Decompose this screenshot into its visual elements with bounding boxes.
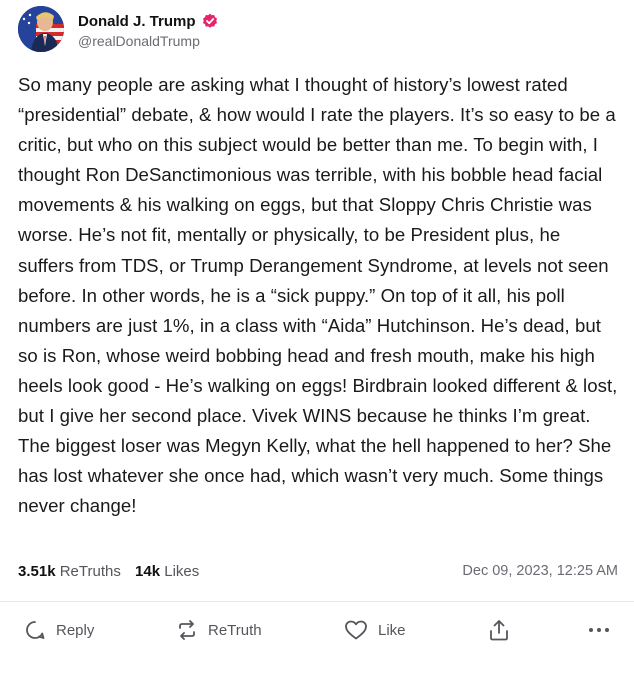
reply-icon [26, 621, 45, 639]
like-button[interactable]: Like [344, 612, 406, 648]
more-icon [589, 628, 609, 632]
likes-count: 14k [135, 563, 161, 580]
share-button[interactable] [488, 612, 520, 648]
retruth-button[interactable]: ReTruth [176, 612, 262, 648]
reply-button[interactable]: Reply [24, 612, 94, 648]
like-label: Like [378, 621, 406, 639]
likes-label: Likes [164, 563, 200, 580]
post-header: Donald J. Trump @realDonaldTrump [18, 6, 618, 54]
retruth-icon [179, 620, 195, 640]
divider [0, 601, 634, 602]
post-timestamp: Dec 09, 2023, 12:25 AM [462, 563, 618, 579]
share-icon [490, 620, 508, 641]
author-name[interactable]: Donald J. Trump [78, 13, 196, 30]
post-stats: 3.51k ReTruths 14k Likes Dec 09, 2023, 1… [18, 563, 618, 587]
reply-label: Reply [56, 621, 95, 639]
heart-icon [345, 620, 367, 640]
post-text: So many people are asking what I thought… [18, 74, 623, 517]
action-bar: Reply ReTruth Like [0, 612, 634, 648]
retruths-count: 3.51k [18, 563, 56, 580]
avatar[interactable] [18, 6, 64, 52]
verified-badge-icon [202, 13, 217, 28]
retruth-label: ReTruth [208, 621, 262, 639]
retruths-label: ReTruths [59, 563, 121, 580]
truth-post: Donald J. Trump @realDonaldTrump So many… [0, 0, 634, 682]
author-row: Donald J. Trump [78, 10, 218, 32]
author-handle[interactable]: @realDonaldTrump [78, 33, 200, 49]
more-button[interactable] [588, 612, 620, 648]
retruths-stat[interactable]: 3.51k ReTruths [18, 563, 121, 580]
likes-stat[interactable]: 14k Likes [135, 563, 199, 580]
